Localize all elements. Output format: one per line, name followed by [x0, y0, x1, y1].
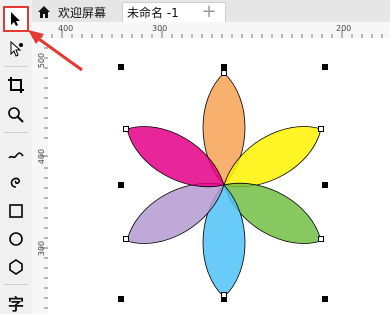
- ruler-top-label-2: 300: [152, 24, 168, 33]
- node-top[interactable]: [221, 70, 227, 76]
- polygon-tool-button[interactable]: [3, 254, 29, 280]
- rectangle-icon: [9, 204, 23, 218]
- selection-handle-middle-right[interactable]: [322, 182, 328, 188]
- selection-handle-bottom-right[interactable]: [322, 296, 328, 302]
- spiral-tool-button[interactable]: [3, 168, 29, 194]
- horizontal-ruler[interactable]: 400 300 200: [32, 22, 390, 39]
- crop-icon: [8, 77, 24, 93]
- selection-handle-top-right[interactable]: [322, 64, 328, 70]
- drawing-canvas[interactable]: [48, 38, 390, 314]
- ruler-left-label-2: 400: [37, 148, 47, 165]
- add-tab-button[interactable]: +: [200, 3, 218, 21]
- text-tool-button[interactable]: 字: [3, 290, 29, 316]
- toolbox-separator: [4, 284, 28, 285]
- tab-welcome-screen[interactable]: 欢迎屏幕: [32, 2, 120, 22]
- selection-handle-top-left[interactable]: [118, 64, 124, 70]
- selection-handle-bottom-left[interactable]: [118, 296, 124, 302]
- node-lower-right[interactable]: [318, 236, 324, 242]
- freehand-icon: [8, 152, 24, 159]
- ruler-top-label-1: 400: [58, 24, 74, 33]
- shape-edit-icon: [10, 40, 23, 57]
- node-bottom[interactable]: [221, 292, 227, 298]
- ellipse-tool-button[interactable]: [3, 226, 29, 252]
- toolbox-separator: [4, 132, 28, 133]
- ruler-ticks: [40, 47, 48, 309]
- freehand-tool-button[interactable]: [3, 140, 29, 166]
- vertical-ruler[interactable]: 500 400 300: [32, 38, 49, 314]
- node-upper-right[interactable]: [318, 126, 324, 132]
- tab-welcome-label: 欢迎屏幕: [58, 5, 107, 20]
- zoom-tool-button[interactable]: [3, 102, 29, 128]
- pointer-icon: [11, 12, 20, 26]
- shape-tool-button[interactable]: [3, 36, 29, 62]
- ruler-left-label-3: 300: [37, 240, 47, 257]
- toolbox: 字: [0, 0, 33, 314]
- toolbox-separator: [4, 66, 28, 67]
- ruler-top-label-3: 200: [336, 24, 352, 33]
- node-upper-left[interactable]: [123, 126, 129, 132]
- tab-document-label: 未命名 -1: [127, 6, 179, 20]
- home-icon: [38, 6, 50, 18]
- flower-drawing[interactable]: [48, 38, 390, 314]
- zoom-icon: [8, 107, 24, 123]
- pick-tool-button[interactable]: [3, 6, 29, 32]
- ruler-left-label-1: 500: [37, 52, 47, 69]
- rectangle-tool-button[interactable]: [3, 198, 29, 224]
- text-icon: 字: [7, 295, 24, 314]
- node-lower-left[interactable]: [123, 236, 129, 242]
- ellipse-icon: [9, 232, 23, 246]
- polygon-icon: [9, 259, 23, 275]
- selection-handle-middle-left[interactable]: [118, 182, 124, 188]
- document-tab-bar: 欢迎屏幕 未命名 -1 +: [32, 0, 390, 23]
- spiral-icon: [10, 177, 20, 188]
- crop-tool-button[interactable]: [3, 72, 29, 98]
